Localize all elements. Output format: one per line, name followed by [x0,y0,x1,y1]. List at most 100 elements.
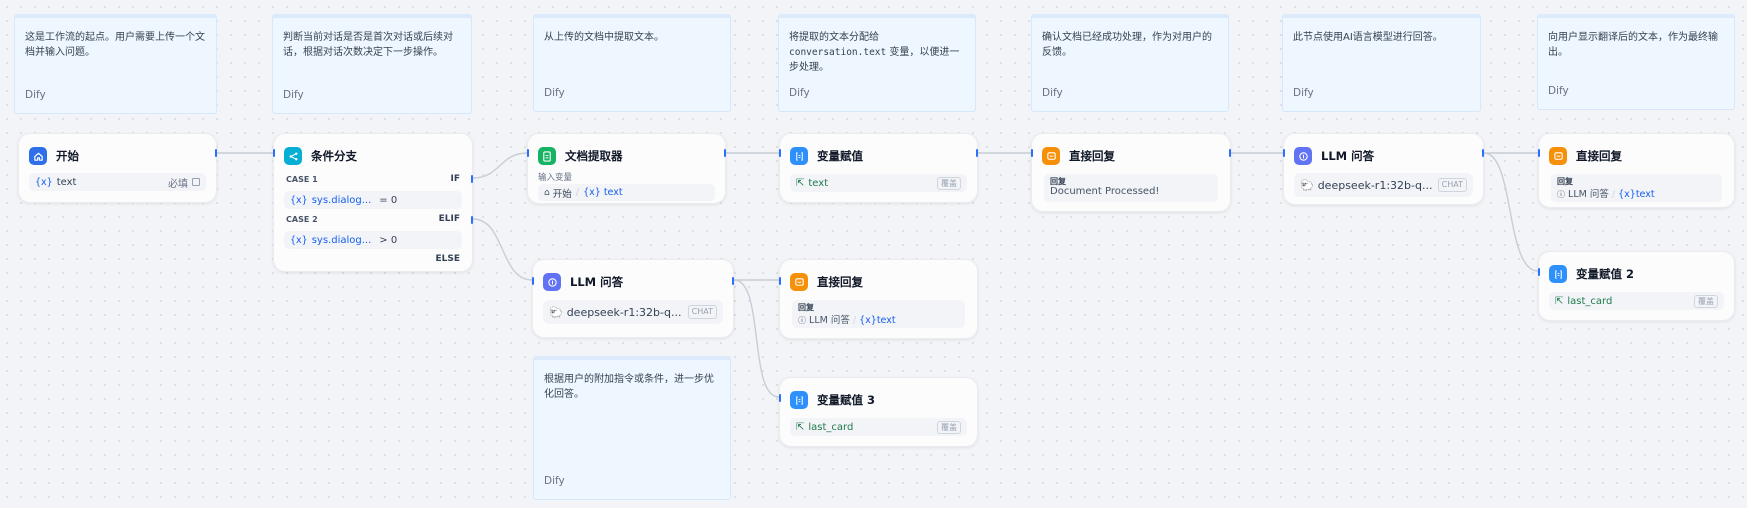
condition-variable: sys.dialog... [311,234,372,246]
node-llm[interactable]: LLM 问答 🐑 deepseek-r1:32b-q... CHAT [1283,133,1484,205]
else-label: ELSE [435,254,460,264]
required-label: 必填 [168,178,188,190]
target-handle[interactable] [779,394,781,402]
target-handle[interactable] [1283,149,1285,157]
assigned-variable[interactable]: ⇱ last_card 覆盖 [790,418,967,436]
edge-llm2-assign3 [733,279,780,398]
note-reply1[interactable]: 确认文档已经成功处理，作为对用户的反馈。 Dify [1031,14,1229,112]
note-text: 根据用户的附加指令或条件，进一步优化回答。 [544,374,714,400]
note-reply2[interactable]: 向用户显示翻译后的文本，作为最终输出。 Dify [1537,14,1735,110]
elif-handle[interactable] [471,216,473,224]
condition-operator: = 0 [379,194,398,206]
target-handle[interactable] [779,277,781,285]
source-handle[interactable] [215,149,217,157]
answer-label: 回复 [798,303,814,312]
target-handle[interactable] [1031,149,1033,157]
llm-icon [543,273,561,291]
target-handle[interactable] [779,149,781,157]
note-text: 此节点使用AI语言模型进行回答。 [1293,32,1443,43]
answer-icon [1549,147,1567,165]
conversation-variable-icon: ⇱ [796,421,805,433]
note-author: Dify [1042,87,1063,99]
model-selector[interactable]: 🐑 deepseek-r1:32b-q... CHAT [543,300,723,324]
ollama-icon: 🐑 [549,305,563,319]
llm-icon: ⓘ [798,316,806,325]
node-variable-assigner[interactable]: 变量赋值 ⇱ text 覆盖 [779,133,978,203]
ollama-icon: 🐑 [1300,178,1314,192]
note-llm2[interactable]: 根据用户的附加指令或条件，进一步优化回答。 Dify [533,356,731,500]
model-name: deepseek-r1:32b-q... [566,305,682,319]
answer-content[interactable]: 回复 ⓘ LLM 问答 / {x}text [1551,174,1722,202]
note-ifelse[interactable]: 判断当前对话是否是首次对话或后续对话，根据对话次数决定下一步操作。 Dify [272,14,472,114]
note-extractor[interactable]: 从上传的文档中提取文本。 Dify [533,14,731,112]
source-node-name: LLM 问答 [1568,189,1609,200]
source-node-name: 开始 [552,188,572,200]
note-text: 将提取的文本分配给 conversation.text 变量，以便进一步处理。 [789,30,965,75]
case1-label: CASE 1 [286,175,318,184]
note-author: Dify [1293,87,1314,99]
source-handle[interactable] [732,277,734,285]
model-selector[interactable]: 🐑 deepseek-r1:32b-q... CHAT [1294,173,1473,197]
answer-label: 回复 [1557,177,1573,186]
variable-name: last_card [1567,295,1613,307]
variable-icon: {x} [859,315,877,326]
answer-label: 回复 [1050,177,1066,186]
node-variable-assigner-3[interactable]: 变量赋值 3 ⇱ last_card 覆盖 [779,377,978,447]
source-handle[interactable] [724,149,726,157]
source-handle[interactable] [976,149,978,157]
target-handle[interactable] [1538,268,1540,276]
note-start[interactable]: 这是工作流的起点。用户需要上传一个文档并输入问题。 Dify [14,14,217,114]
note-llm[interactable]: 此节点使用AI语言模型进行回答。 Dify [1282,14,1481,112]
answer-icon [1042,147,1060,165]
node-answer-2[interactable]: 直接回复 回复 ⓘ LLM 问答 / {x}text [1538,133,1735,208]
target-handle[interactable] [1538,149,1540,157]
variable-icon: {x} [35,176,53,188]
node-answer[interactable]: 直接回复 回复 Document Processed! [1031,133,1231,212]
note-text: 从上传的文档中提取文本。 [544,32,664,43]
node-ifelse[interactable]: 条件分支 CASE 1 IF {x} sys.dialog... = 0 CAS… [273,133,473,272]
path-separator: / [852,315,857,326]
node-start[interactable]: 开始 {x} text 必填 [18,133,217,203]
note-assign[interactable]: 将提取的文本分配给 conversation.text 变量，以便进一步处理。 D… [778,14,976,112]
case1-condition[interactable]: {x} sys.dialog... = 0 [284,191,462,209]
input-variable-label: 输入变量 [538,173,573,183]
if-handle[interactable] [471,175,473,183]
source-handle[interactable] [1229,149,1231,157]
node-variable-assigner-2[interactable]: 变量赋值 2 ⇱ last_card 覆盖 [1538,251,1735,321]
if-label: IF [450,174,461,184]
write-mode-badge: 覆盖 [937,176,961,190]
node-doc-extractor[interactable]: 文档提取器 输入变量 ⌂ 开始 / {x} text [527,133,726,204]
node-title: 直接回复 [817,275,863,289]
answer-icon [790,273,808,291]
node-title: 条件分支 [311,149,357,163]
node-llm-2[interactable]: LLM 问答 🐑 deepseek-r1:32b-q... CHAT [532,259,734,338]
assigned-variable[interactable]: ⇱ text 覆盖 [790,174,967,192]
case2-condition[interactable]: {x} sys.dialog... > 0 [284,231,462,249]
node-title: 文档提取器 [565,149,623,163]
note-code: conversation.text [789,47,887,58]
source-node-name: LLM 问答 [809,315,850,326]
answer-content[interactable]: 回复 Document Processed! [1044,174,1218,202]
target-handle[interactable] [273,149,275,157]
start-variable[interactable]: {x} text 必填 [29,173,206,191]
assigned-variable[interactable]: ⇱ last_card 覆盖 [1549,292,1724,310]
assign-icon [1549,265,1567,283]
answer-content[interactable]: 回复 ⓘ LLM 问答 / {x}text [792,300,965,328]
edge-llm1-assign2 [1483,152,1539,272]
target-handle[interactable] [532,277,534,285]
variable-name: last_card [808,421,854,433]
source-handle[interactable] [1482,149,1484,157]
model-mode-badge: CHAT [1437,178,1467,192]
node-title: 直接回复 [1069,149,1115,163]
target-handle[interactable] [527,149,529,157]
path-separator: / [1611,189,1616,200]
model-mode-badge: CHAT [687,305,717,319]
llm-icon [1294,147,1312,165]
condition-variable: sys.dialog... [311,194,372,206]
note-text: 这是工作流的起点。用户需要上传一个文档并输入问题。 [25,32,205,58]
condition-operator: > 0 [379,234,398,246]
input-variable[interactable]: ⌂ 开始 / {x} text [538,184,715,201]
edge-if-extractor [472,152,528,179]
text-field-icon [192,178,200,186]
node-answer-3[interactable]: 直接回复 回复 ⓘ LLM 问答 / {x}text [779,259,978,339]
